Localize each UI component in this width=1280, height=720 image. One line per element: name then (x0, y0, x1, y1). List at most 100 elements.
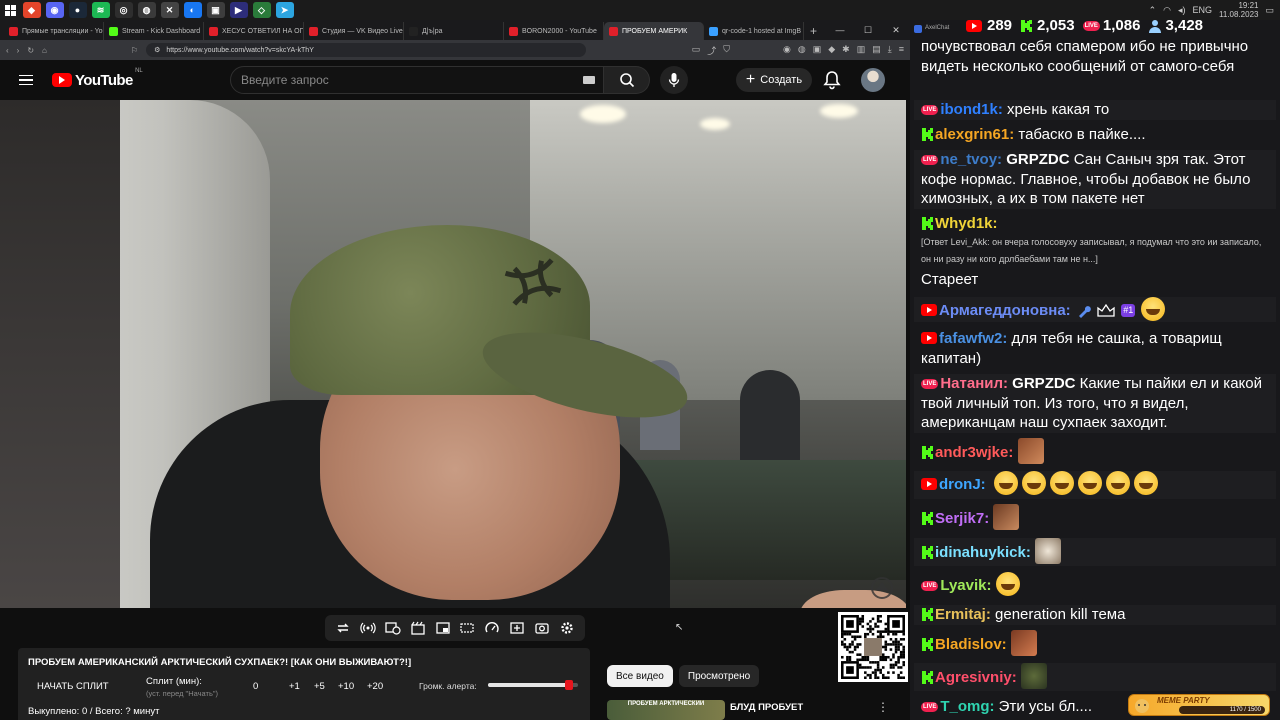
new-tab-icon[interactable]: + (804, 22, 823, 40)
minimize-icon[interactable]: — (826, 20, 854, 40)
split-minutes-value[interactable]: 0 (253, 681, 258, 692)
chevron-up-icon[interactable]: ⌃ (1149, 5, 1157, 16)
account-avatar[interactable] (861, 68, 885, 92)
username[interactable]: Армагеддоновна: (939, 302, 1071, 319)
camera-icon[interactable] (534, 620, 550, 636)
split-plus-5-button[interactable]: +5 (314, 681, 325, 692)
alert-volume-knob[interactable] (565, 680, 573, 690)
reload-icon[interactable]: ↻ (27, 46, 34, 55)
username[interactable]: Agresivniy: (935, 669, 1017, 686)
video-player[interactable] (0, 100, 906, 608)
extension-icon[interactable]: ◆ (828, 44, 835, 57)
extension-icon[interactable]: ◉ (783, 44, 791, 57)
username[interactable]: Serjik7: (935, 510, 989, 527)
share-icon[interactable]: ⤴ (707, 44, 716, 57)
notifications-icon[interactable]: ▭ (1265, 5, 1274, 16)
more-options-icon[interactable]: ⋮ (877, 700, 889, 714)
split-plus-10-button[interactable]: +10 (338, 681, 354, 692)
steam-icon[interactable]: ● (68, 2, 87, 18)
username[interactable]: ibond1k: (940, 101, 1003, 118)
site-settings-icon[interactable]: ⚙ (154, 46, 160, 54)
extension-icon[interactable]: ▣ (813, 44, 822, 57)
forward-icon[interactable]: › (17, 46, 20, 55)
chip-watched[interactable]: Просмотрено (678, 665, 760, 687)
youtube-logo[interactable]: YouTube NL (52, 68, 143, 89)
search-input[interactable]: Введите запрос (230, 66, 604, 94)
broadcast-icon[interactable] (360, 620, 376, 636)
username[interactable]: andr3wjke: (935, 444, 1013, 461)
username[interactable]: Whyd1k: (935, 215, 998, 232)
cast-icon[interactable]: ▭ (692, 44, 701, 57)
url-field[interactable]: ⚙ https://www.youtube.com/watch?v=skcYA-… (146, 43, 587, 57)
speed-icon[interactable] (484, 620, 500, 636)
volume-icon[interactable]: ◂) (1178, 5, 1186, 16)
folder-icon[interactable]: ▣ (206, 2, 225, 18)
username[interactable]: Ermitaj: (935, 606, 991, 623)
chrome-icon[interactable]: ◍ (137, 2, 156, 18)
recommended-title[interactable]: БЛУД ПРОБУЕТ (730, 702, 803, 713)
brave-shield-icon[interactable]: ⛉ (723, 44, 730, 57)
download-icon[interactable]: ⤓ (888, 44, 892, 57)
telegram-icon[interactable]: ➤ (275, 2, 294, 18)
brave-icon[interactable]: ◆ (22, 2, 41, 18)
browser-tab[interactable]: qr-code-1 hosted at ImgB (704, 22, 804, 40)
picture-in-picture-icon[interactable] (435, 620, 451, 636)
username[interactable]: alexgrin61: (935, 126, 1014, 143)
username[interactable]: ne_tvoy: (940, 151, 1002, 168)
clapper-icon[interactable] (410, 620, 426, 636)
home-icon[interactable]: ⌂ (42, 46, 47, 55)
browser-tab[interactable]: Д|ъ|ра (404, 22, 504, 40)
back-icon[interactable]: ‹ (6, 46, 9, 55)
messenger-icon[interactable]: ◐ (183, 2, 202, 18)
menu-icon[interactable]: ≡ (899, 44, 904, 57)
bookmark-icon[interactable]: ⚐ (131, 46, 138, 55)
wallet-icon[interactable]: ▤ (872, 44, 881, 57)
clock[interactable]: 19:21 11.08.2023 (1219, 1, 1258, 19)
extension-icon[interactable]: ✱ (842, 44, 850, 57)
username[interactable]: Bladislov: (935, 636, 1007, 653)
create-button[interactable]: + Создать (736, 68, 812, 92)
username[interactable]: Lyavik: (940, 577, 991, 594)
alert-volume-slider[interactable] (488, 680, 578, 690)
browser-tab[interactable]: Прямые трансляции - YouT (4, 22, 104, 40)
wifi-icon[interactable]: ◠ (1163, 5, 1171, 16)
search-button[interactable] (604, 66, 650, 94)
extension-icon[interactable]: ◍ (798, 44, 806, 57)
keyboard-icon[interactable] (583, 76, 595, 84)
username[interactable]: dronJ: (939, 476, 986, 493)
obs-icon[interactable]: ◎ (114, 2, 133, 18)
watch-later-icon[interactable] (385, 620, 401, 636)
language-indicator[interactable]: ENG (1193, 5, 1213, 15)
browser-tab[interactable]: BORON2000 - YouTube (504, 22, 604, 40)
discord-icon[interactable]: ◉ (45, 2, 64, 18)
channel-watermark-icon[interactable] (870, 576, 894, 600)
browser-tab[interactable]: ХЕСУС ОТВЕТИЛ НА ОПРАВ (204, 22, 304, 40)
start-button[interactable] (0, 0, 20, 20)
username[interactable]: fafawfw2: (939, 330, 1007, 347)
media-icon[interactable]: ▶ (229, 2, 248, 18)
settings-gear-icon[interactable] (559, 620, 575, 636)
split-plus-1-button[interactable]: +1 (289, 681, 300, 692)
voice-search-button[interactable] (660, 66, 688, 94)
spotify-icon[interactable]: ≋ (91, 2, 110, 18)
username[interactable]: Натанил: (940, 375, 1008, 392)
cinema-mode-icon[interactable] (459, 620, 475, 636)
close-icon[interactable]: ✕ (882, 20, 910, 40)
browser-tab[interactable]: Студия — VK Видео Live (304, 22, 404, 40)
maximize-icon[interactable]: ☐ (854, 20, 882, 40)
browser-tab[interactable]: Stream - Kick Dashboard (104, 22, 204, 40)
chip-all-videos[interactable]: Все видео (607, 665, 673, 687)
username[interactable]: T_omg: (940, 698, 994, 715)
sidebar-icon[interactable]: ▥ (857, 44, 866, 57)
split-plus-20-button[interactable]: +20 (367, 681, 383, 692)
add-screenshot-icon[interactable] (509, 620, 525, 636)
notifications-bell-icon[interactable] (823, 70, 841, 90)
username[interactable]: idinahuykick: (935, 544, 1031, 561)
hamburger-menu-icon[interactable] (0, 74, 52, 86)
recommended-thumbnail[interactable]: ПРОБУЕМ АРКТИЧЕСКИЙ (607, 700, 725, 720)
capcut-icon[interactable]: ✕ (160, 2, 179, 18)
browser-tab[interactable]: ПРОБУЕМ АМЕРИК (604, 22, 704, 40)
loop-icon[interactable] (335, 620, 351, 636)
app-icon[interactable]: ◇ (252, 2, 271, 18)
start-split-button[interactable]: НАЧАТЬ СПЛИТ (37, 681, 109, 692)
